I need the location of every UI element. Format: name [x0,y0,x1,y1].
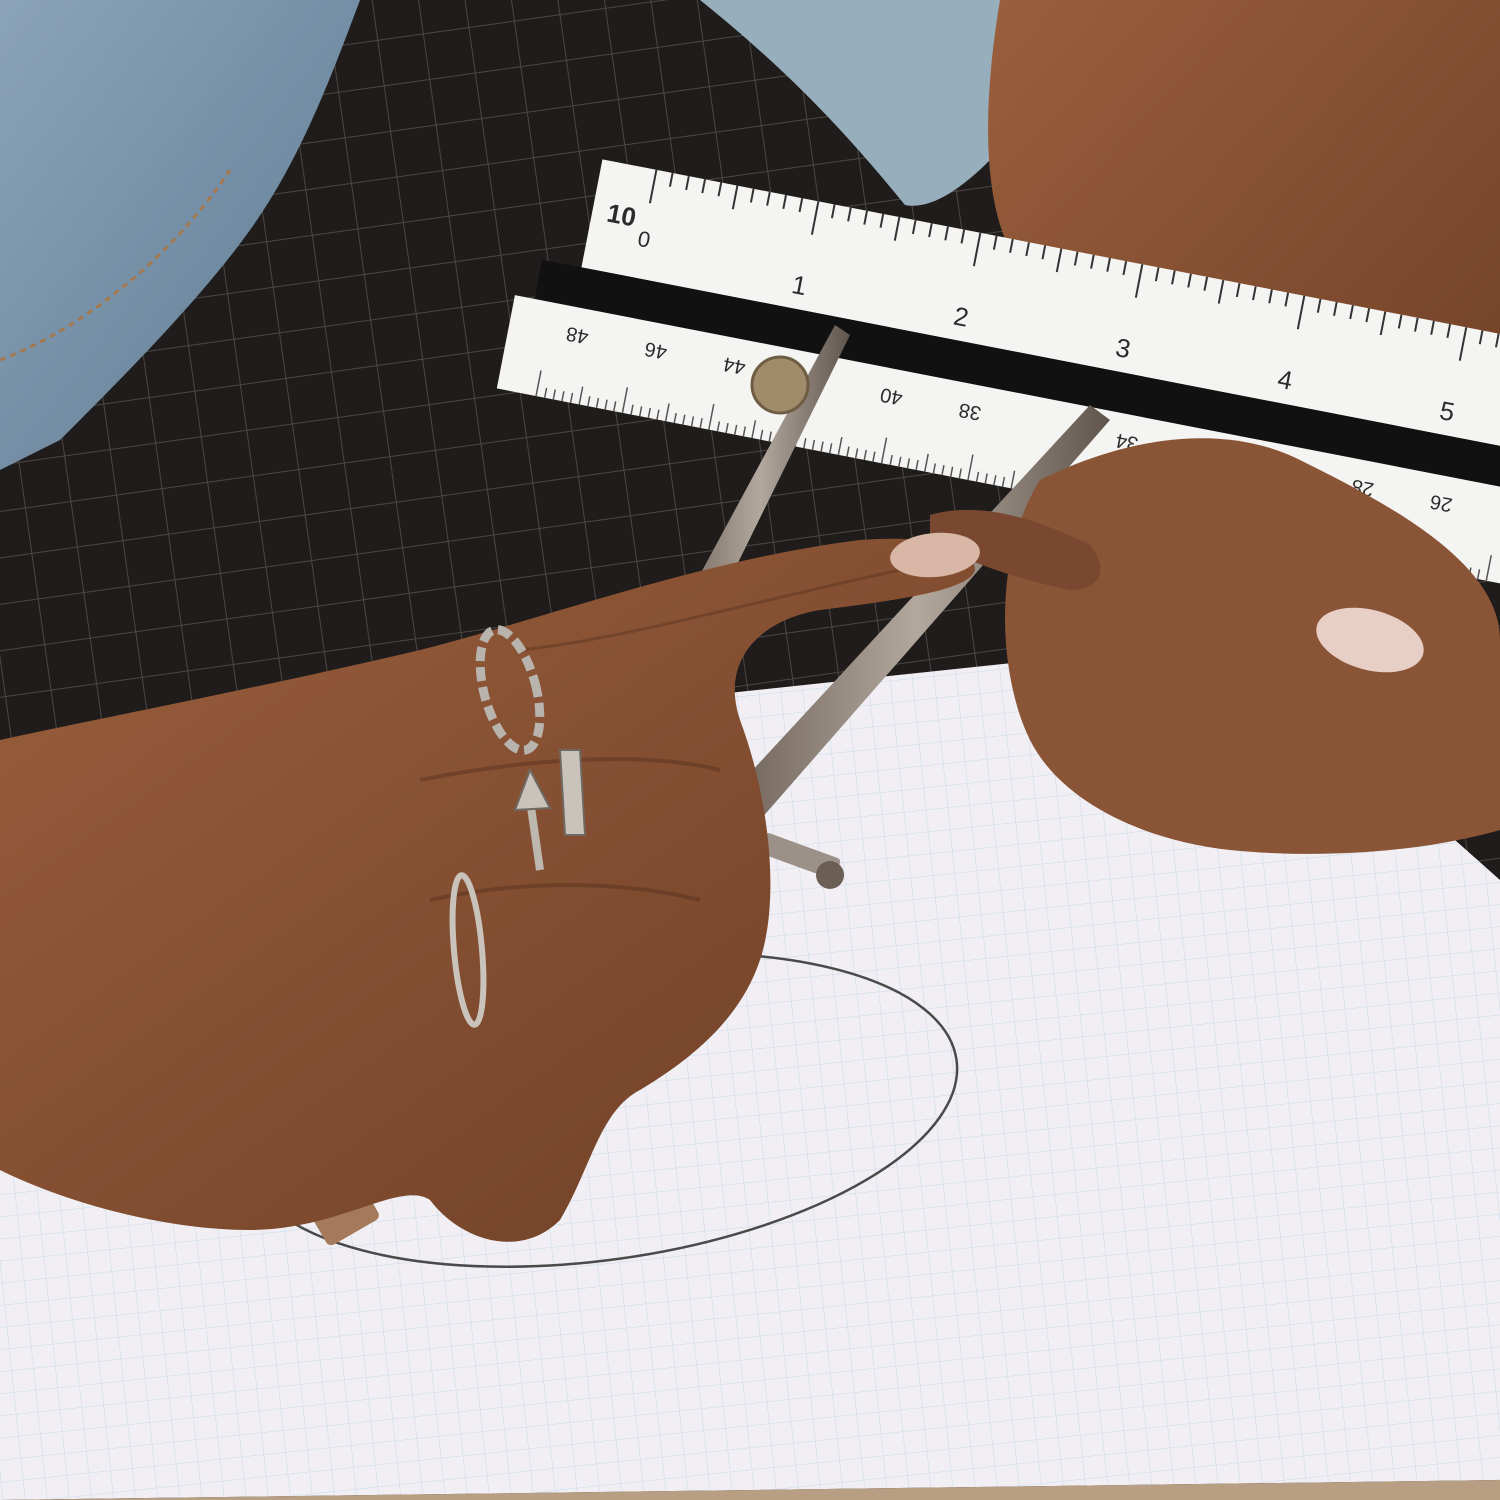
compass-screw-end [816,861,844,889]
ruler-lower-44: 44 [721,352,747,378]
drafting-photo: 10 0 1 2 3 4 5 48 46 44 40 38 34 32 30 2… [0,0,1500,1500]
ruler-lower-38: 38 [957,398,983,424]
ruler-lower-48: 48 [564,322,590,348]
ruler-lower-46: 46 [643,337,669,363]
ruler-lower-40: 40 [878,383,904,409]
ruler-lower-26: 26 [1428,490,1454,516]
compass-knob[interactable] [750,355,810,415]
arrow-ring-feather-icon [558,749,587,836]
ruler-scale-label: 10 [605,198,639,233]
